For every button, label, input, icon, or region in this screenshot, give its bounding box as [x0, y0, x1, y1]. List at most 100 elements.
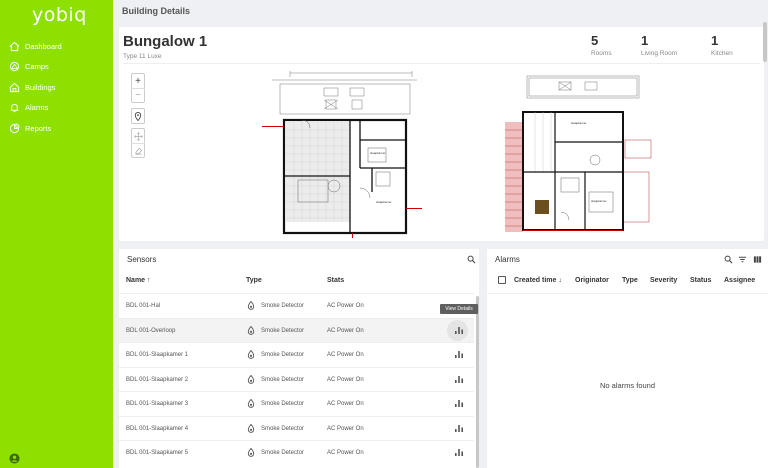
table-row[interactable]: BDL 001-Slaapkamer 2 Smoke Detector AC P…: [119, 366, 474, 392]
column-header-originator[interactable]: Originator: [575, 277, 609, 284]
sensor-type: Smoke Detector: [261, 425, 305, 432]
sensor-stats: AC Power On: [327, 401, 364, 407]
camps-icon: [9, 62, 20, 72]
sidebar-item-buildings[interactable]: Buildings: [0, 77, 113, 98]
map-marker-icon: [134, 111, 142, 121]
select-all-checkbox[interactable]: [498, 276, 506, 284]
svg-text:slaapkamer: slaapkamer: [591, 199, 607, 203]
view-details-chart-icon[interactable]: [454, 374, 464, 384]
empty-state: No alarms found: [599, 381, 656, 390]
table-row[interactable]: BDL 001-Hal Smoke Detector AC Power On: [119, 293, 474, 318]
table-row[interactable]: BDL 001-Overloop Smoke Detector AC Power…: [119, 317, 474, 342]
sidebar-item-label: Buildings: [25, 82, 56, 92]
zoom-out-button[interactable]: −: [131, 88, 145, 102]
sidebar-item-label: Dashboard: [25, 41, 62, 51]
building-summary-card: Bungalow 1 Type 11 Luxe 5 Rooms 1 Living…: [119, 27, 764, 241]
divider: [487, 293, 768, 294]
building-name: Bungalow 1: [123, 33, 208, 50]
sidebar-item-camps[interactable]: Camps: [0, 57, 113, 78]
sensor-name: BDL 001-Slaapkamer 3: [126, 401, 189, 407]
search-icon[interactable]: [467, 255, 476, 264]
view-details-chart-icon[interactable]: [454, 423, 464, 433]
sensor-stats: AC Power On: [327, 450, 364, 456]
column-header-name[interactable]: Name ↑: [126, 277, 151, 284]
filter-icon[interactable]: [738, 255, 747, 264]
home-icon: [9, 41, 20, 51]
view-details-chart-icon[interactable]: [454, 349, 464, 359]
smoke-detector-icon: [247, 423, 255, 433]
sidebar: yobiq Dashboard Camps Buildings Alarms R…: [0, 0, 113, 468]
sensor-name: BDL 001-Slaapkamer 1: [126, 352, 189, 358]
sensor-name: BDL 001-Slaapkamer 5: [126, 450, 189, 456]
reports-icon: [9, 123, 20, 133]
account-icon[interactable]: [9, 453, 20, 464]
edit-control: [131, 128, 145, 158]
view-details-chart-icon[interactable]: [454, 325, 464, 335]
building-type: Type 11 Luxe: [123, 53, 162, 60]
page-title: Building Details: [122, 6, 191, 16]
building-icon: [9, 82, 20, 92]
view-details-tooltip: View Details: [440, 304, 478, 314]
smoke-detector-icon: [247, 325, 255, 335]
table-row[interactable]: BDL 001-Slaapkamer 4 Smoke Detector AC P…: [119, 415, 474, 441]
svg-text:slaapkamer: slaapkamer: [370, 151, 386, 155]
eraser-icon: [134, 147, 142, 155]
move-button[interactable]: [131, 129, 145, 143]
sidebar-item-alarms[interactable]: Alarms: [0, 98, 113, 119]
sidebar-item-label: Reports: [25, 123, 52, 133]
column-header-stats[interactable]: Stats: [327, 277, 344, 284]
sensor-type: Smoke Detector: [261, 450, 305, 456]
stat-label: Rooms: [591, 50, 612, 57]
view-details-chart-icon[interactable]: [454, 447, 464, 457]
stat-label: Living Room: [641, 50, 678, 57]
floor-plan-ground: slaapkamer slaapkamer: [262, 71, 422, 238]
view-details-chart-icon[interactable]: [454, 398, 464, 408]
column-header-created-time[interactable]: Created time ↓: [514, 277, 562, 284]
page-scrollbar[interactable]: [763, 22, 767, 62]
sidebar-nav: Dashboard Camps Buildings Alarms Reports: [0, 36, 113, 139]
table-row[interactable]: BDL 001-Slaapkamer 3 Smoke Detector AC P…: [119, 391, 474, 416]
sensor-type: Smoke Detector: [261, 327, 305, 334]
alarms-title: Alarms: [495, 255, 520, 264]
smoke-detector-icon: [247, 448, 255, 457]
sidebar-item-label: Camps: [25, 62, 49, 72]
smoke-detector-icon: [247, 399, 255, 408]
table-row[interactable]: BDL 001-Slaapkamer 5 Smoke Detector AC P…: [119, 440, 474, 465]
floor-plan-map[interactable]: + − slaapkamer slaapkamer slaapkamer sla…: [123, 63, 760, 239]
sensors-card: Sensors Name ↑ Type Stats BDL 001-Hal Sm…: [119, 249, 479, 468]
smoke-detector-icon: [247, 301, 255, 310]
sidebar-item-dashboard[interactable]: Dashboard: [0, 36, 113, 57]
zoom-control: + −: [131, 73, 145, 103]
column-header-type[interactable]: Type: [622, 277, 638, 284]
sensor-type: Smoke Detector: [261, 376, 305, 383]
stat-rooms: 5 Rooms: [591, 33, 612, 57]
sensors-title: Sensors: [127, 255, 157, 264]
zoom-in-button[interactable]: +: [131, 74, 145, 88]
alarm-icon: [10, 104, 19, 113]
sensor-type: Smoke Detector: [261, 401, 305, 407]
sensor-stats: AC Power On: [327, 425, 364, 432]
alarms-card: Alarms Created time ↓ Originator Type Se…: [487, 249, 768, 468]
sensors-scrollbar[interactable]: [476, 296, 479, 468]
sensor-stats: AC Power On: [327, 376, 364, 383]
column-header-severity[interactable]: Severity: [650, 277, 677, 284]
sidebar-item-reports[interactable]: Reports: [0, 118, 113, 139]
sensor-type: Smoke Detector: [261, 352, 305, 358]
search-icon[interactable]: [724, 255, 733, 264]
erase-button[interactable]: [131, 143, 145, 157]
sensor-stats: AC Power On: [327, 352, 364, 358]
sensor-stats: AC Power On: [327, 327, 364, 334]
page-header: Building Details: [113, 0, 768, 22]
column-header-status[interactable]: Status: [690, 277, 711, 284]
sensor-name: BDL 001-Hal: [126, 303, 161, 309]
marker-control[interactable]: [131, 108, 145, 124]
smoke-detector-icon: [247, 350, 255, 359]
app-logo: yobiq: [32, 4, 87, 26]
stat-value: 5: [591, 33, 599, 48]
floor-plan-upper: slaapkamer slaapkamer: [505, 75, 652, 232]
column-header-assignee[interactable]: Assignee: [724, 277, 755, 284]
columns-icon[interactable]: [753, 255, 762, 264]
sensor-name: BDL 001-Slaapkamer 4: [126, 425, 189, 432]
table-row[interactable]: BDL 001-Slaapkamer 1 Smoke Detector AC P…: [119, 342, 474, 367]
column-header-type[interactable]: Type: [246, 277, 262, 284]
